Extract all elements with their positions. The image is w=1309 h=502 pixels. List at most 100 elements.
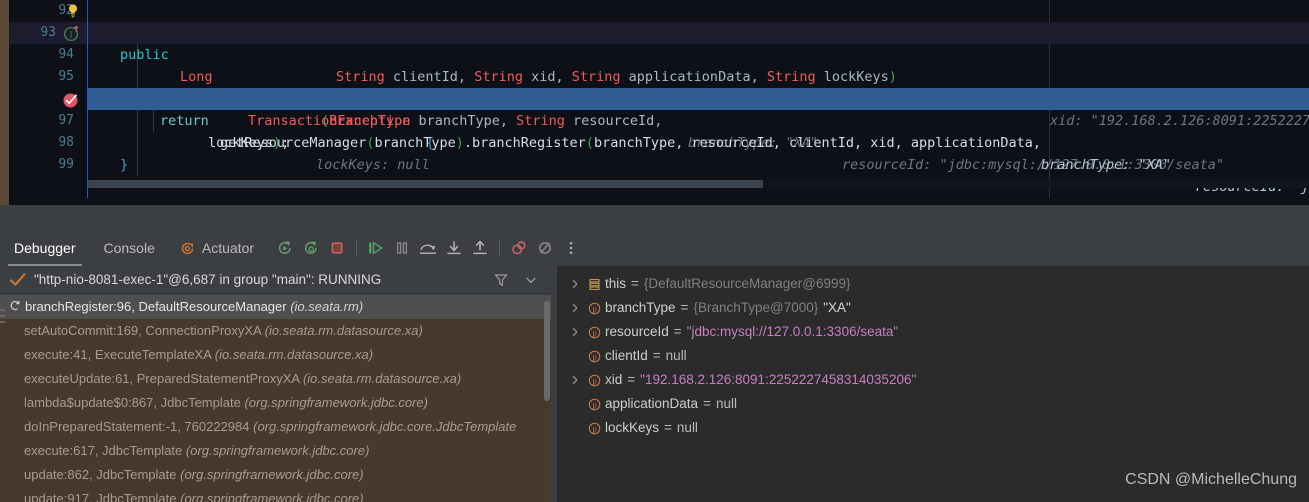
frame-row-selected[interactable]: branchRegister:96, DefaultResourceManage… (0, 295, 551, 319)
parameter-icon: p (583, 374, 605, 387)
step-into-icon (447, 241, 461, 255)
variable-value: null (676, 420, 698, 435)
frame-method: branchRegister:96, DefaultResourceManage… (25, 299, 291, 314)
frame-row[interactable]: update:862, JdbcTemplate (org.springfram… (0, 463, 551, 487)
code-line[interactable] (88, 154, 1309, 176)
tab-debugger[interactable]: Debugger (0, 230, 90, 266)
code-line[interactable]: } (88, 132, 1309, 173)
variable-name: lockKeys (605, 420, 660, 435)
tab-actuator-label: Actuator (201, 240, 255, 256)
chevron-right-icon[interactable] (567, 303, 583, 313)
field-list-icon (583, 278, 605, 291)
code-line-executing[interactable]: return getResourceManager(branchType).br… (88, 88, 1309, 195)
chevron-right-icon[interactable] (567, 279, 583, 289)
frame-method: execute:617, JdbcTemplate (24, 443, 186, 458)
breakpoints-icon (512, 241, 526, 255)
variable-row-lockkeys[interactable]: p lockKeys = null (557, 416, 1309, 440)
chevron-right-icon[interactable] (567, 375, 583, 385)
step-into-button[interactable] (441, 235, 467, 261)
frames-scrollbar-thumb[interactable] (544, 301, 550, 401)
frame-row[interactable]: execute:41, ExecuteTemplateXA (io.seata.… (0, 343, 551, 367)
frame-package: (org.springframework.jdbc.core) (244, 395, 428, 410)
svg-text:I: I (69, 30, 72, 40)
frames-gutter-ticks (0, 309, 5, 327)
variable-name: clientId (605, 348, 648, 363)
tab-actuator[interactable]: Actuator (169, 230, 264, 266)
code-line[interactable]: throws TransactionException { (88, 66, 1309, 151)
tab-debugger-label: Debugger (14, 240, 76, 256)
variable-row-branchtype[interactable]: p branchType = {BranchType@7000} "XA" (557, 296, 1309, 320)
step-out-button[interactable] (467, 235, 493, 261)
editor-gutter[interactable]: 92 93 94 95 97 98 99 I (9, 0, 88, 198)
variable-row-xid[interactable]: p xid = "192.168.2.126:8091:225222745831… (557, 368, 1309, 392)
tab-console[interactable]: Console (90, 230, 169, 266)
code-line[interactable]: public Long branchRegister (BranchType b… (88, 22, 1309, 173)
variable-equals: = (631, 276, 639, 291)
variable-equals: = (627, 372, 636, 387)
debugger-tabbar: Debugger Console Actuator (0, 230, 1309, 266)
variable-equals: = (673, 324, 682, 339)
editor-hscroll-thumb[interactable] (88, 180, 763, 188)
rerun-button[interactable] (272, 235, 298, 261)
resume-icon (369, 241, 383, 255)
frames-list[interactable]: branchRegister:96, DefaultResourceManage… (0, 295, 551, 502)
code-line[interactable]: @Override (88, 0, 1309, 41)
variable-name: this (605, 276, 627, 291)
stop-button[interactable] (324, 235, 350, 261)
code-line[interactable]: lockKeys); lockKeys: null (88, 110, 1309, 173)
frame-row[interactable]: update:917, JdbcTemplate (org.springfram… (0, 487, 551, 502)
lightbulb-icon[interactable] (65, 3, 81, 19)
variable-row-this[interactable]: this = {DefaultResourceManager@6999} (557, 272, 1309, 296)
chevron-down-icon[interactable] (523, 272, 539, 288)
variable-row-applicationdata[interactable]: p applicationData = null (557, 392, 1309, 416)
frame-package: (org.springframework.jdbc.core) (180, 491, 364, 502)
stop-icon (331, 242, 343, 254)
view-breakpoints-button[interactable] (506, 235, 532, 261)
frame-row[interactable]: executeUpdate:61, PreparedStatementProxy… (0, 367, 551, 391)
chevron-right-icon[interactable] (567, 327, 583, 337)
variable-row-clientid[interactable]: p clientId = null (557, 344, 1309, 368)
frame-row[interactable]: lambda$update$0:867, JdbcTemplate (org.s… (0, 391, 551, 415)
variables-panel[interactable]: this = {DefaultResourceManager@6999} p b… (557, 266, 1309, 502)
parameter-icon: p (583, 326, 605, 339)
frame-row[interactable]: setAutoCommit:169, ConnectionProxyXA (io… (0, 319, 551, 343)
implementing-method-icon[interactable]: I (63, 25, 80, 42)
frame-package: (io.seata.rm.datasource.xa) (302, 371, 462, 386)
variable-equals: = (680, 300, 689, 315)
svg-text:p: p (592, 401, 597, 409)
line-number: 93 (40, 25, 56, 40)
parameter-icon: p (583, 350, 605, 363)
resume-program-button[interactable] (363, 235, 389, 261)
gutter-row (9, 66, 88, 88)
mute-breakpoints-icon (539, 242, 551, 254)
breakpoint-verified-icon[interactable] (61, 90, 81, 110)
line-number: 99 (58, 157, 74, 172)
filter-icon[interactable] (493, 272, 509, 288)
ide-window: 92 93 94 95 97 98 99 I public Long (Bran… (0, 0, 1309, 502)
step-over-button[interactable] (415, 235, 441, 261)
variable-row-resourceid[interactable]: p resourceId = "jdbc:mysql://127.0.0.1:3… (557, 320, 1309, 344)
thread-selector[interactable]: "http-nio-8081-exec-1"@6,687 in group "m… (0, 266, 551, 294)
frame-row[interactable]: execute:617, JdbcTemplate (org.springfra… (0, 439, 551, 463)
variable-value: "XA" (823, 300, 851, 315)
toolbar-separator (499, 239, 501, 257)
pause-program-button[interactable] (389, 235, 415, 261)
more-options-button[interactable] (558, 235, 584, 261)
frame-row[interactable]: doInPreparedStatement:-1, 760222984 (org… (0, 415, 551, 439)
gutter-row (9, 110, 88, 132)
frame-method: executeUpdate:61, PreparedStatementProxy… (24, 371, 303, 386)
svg-text:p: p (592, 353, 597, 361)
variable-value: "jdbc:mysql://127.0.0.1:3306/seata" (686, 324, 899, 339)
tab-console-label: Console (103, 240, 155, 256)
parameter-icon: p (583, 422, 605, 435)
line-number: 95 (58, 69, 74, 84)
code-editor[interactable]: 92 93 94 95 97 98 99 I public Long (Bran… (0, 0, 1309, 205)
frame-method: execute:41, ExecuteTemplateXA (24, 347, 215, 362)
mute-breakpoints-button[interactable] (532, 235, 558, 261)
editor-text-area[interactable]: @Override public Long branchRegister (Br… (88, 0, 1309, 198)
line-number: 94 (58, 47, 74, 62)
more-vertical-icon (569, 241, 573, 255)
code-line[interactable]: String clientId, String xid, String appl… (88, 44, 1309, 129)
gutter-row (9, 154, 88, 176)
rerun-failed-button[interactable] (298, 235, 324, 261)
